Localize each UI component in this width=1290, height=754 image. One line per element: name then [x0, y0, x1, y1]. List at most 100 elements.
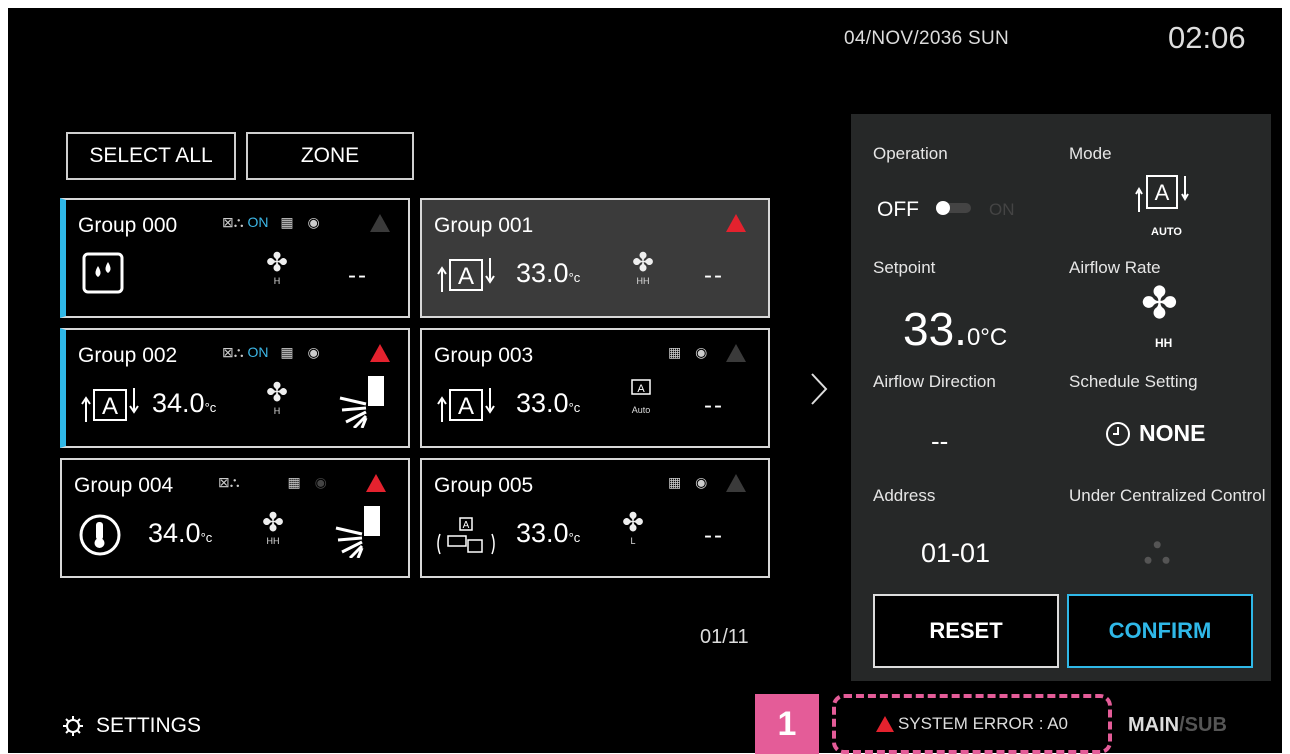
eye-icon: ◉: [695, 344, 708, 360]
auto-heat-cool-mode-icon: A: [437, 517, 495, 555]
warning-icon: [366, 474, 386, 492]
screen: 04/NOV/2036 SUN 02:06 SELECT ALL ZONE Gr…: [8, 8, 1282, 754]
main-label: MAIN: [1128, 714, 1180, 736]
on-indicator: ON: [247, 344, 269, 360]
mode-value: AUTO: [1151, 226, 1182, 238]
svg-text:A: A: [102, 393, 118, 420]
detail-panel: Operation Mode OFF ON A AUTO Setpoint Ai…: [851, 114, 1271, 681]
warning-icon: [875, 716, 894, 732]
eye-icon: ◉: [307, 214, 320, 230]
person-icon: ⛬: [233, 214, 244, 230]
warning-icon: [370, 214, 390, 232]
room-temperature: 33.0°c: [516, 388, 581, 418]
remote-icon: ⊠: [218, 474, 230, 490]
room-temperature: 34.0°c: [148, 518, 213, 548]
group-name: Group 001: [434, 214, 534, 237]
time-display: 02:06: [1168, 20, 1246, 55]
off-label: OFF: [877, 198, 919, 221]
group-card-001[interactable]: Group 001 A 33.0°c ✤ HH --: [420, 198, 770, 318]
zone-button[interactable]: ZONE: [246, 132, 414, 180]
group-name: Group 004: [74, 474, 174, 497]
person-icon: ⛬: [233, 344, 244, 360]
fan-speed: ✤ HH: [250, 508, 296, 546]
auto-mode-icon: A: [437, 258, 495, 292]
date-display: 04/NOV/2036 SUN: [844, 28, 1010, 49]
thermometer-mode-icon: [79, 514, 121, 556]
status-icons: ⊠⛬ ▦ ◉: [218, 474, 327, 491]
grid-icon: ▦: [287, 474, 301, 490]
group-name: Group 000: [78, 214, 178, 237]
fan-level: HH: [636, 276, 650, 286]
warning-icon: [726, 344, 746, 362]
select-all-button[interactable]: SELECT ALL: [66, 132, 236, 180]
reset-button[interactable]: RESET: [873, 594, 1059, 668]
gear-icon: [63, 716, 83, 736]
status-icons: ⊠⛬ ON ▦ ◉: [222, 214, 320, 231]
eye-icon: ◉: [695, 474, 708, 490]
sub-label: SUB: [1184, 714, 1227, 736]
airflow-direction: --: [704, 522, 724, 549]
svg-text:A: A: [458, 393, 474, 420]
louver-swing-icon: [339, 376, 384, 428]
group-card-003[interactable]: Group 003 ▦ ◉ A 33.0°c A Auto --: [420, 328, 770, 448]
settings-button[interactable]: SETTINGS: [62, 714, 201, 738]
address-value: 01-01: [921, 538, 991, 568]
centralized-control-label: Under Centralized Control: [1069, 486, 1266, 505]
room-temperature: 33.0°c: [516, 518, 581, 548]
fan-icon: ✤: [266, 247, 288, 277]
setpoint-label: Setpoint: [873, 258, 936, 277]
auto-mode-icon: A: [81, 388, 139, 422]
fan-level: Auto: [631, 405, 651, 415]
settings-label: SETTINGS: [96, 714, 202, 737]
system-error-text: SYSTEM ERROR : A0: [897, 714, 1069, 733]
airflow-direction: --: [348, 262, 368, 289]
group-card-004[interactable]: Group 004 ⊠⛬ ▦ ◉ 34.0°c ✤ HH: [60, 458, 410, 578]
airflow-direction: --: [704, 392, 724, 419]
setpoint-value[interactable]: 33.0°C: [903, 302, 1007, 356]
warning-icon: [726, 214, 746, 232]
group-card-005[interactable]: Group 005 ▦ ◉ A 33.0°c ✤ L --: [420, 458, 770, 578]
airflow-rate-label: Airflow Rate: [1069, 258, 1161, 277]
fan-speed: ✤ H: [254, 248, 300, 286]
grid-icon: ▦: [668, 474, 682, 490]
eye-icon: ◉: [314, 474, 327, 490]
group-name: Group 002: [78, 344, 178, 367]
on-label: ON: [989, 200, 1015, 219]
fan-level: H: [273, 276, 281, 286]
airflow-direction: --: [704, 262, 724, 289]
status-icons: ⊠⛬ ON ▦ ◉: [222, 344, 320, 361]
fan-icon: ✤: [266, 377, 288, 407]
fan-level: HH: [266, 536, 280, 546]
airflow-rate-value: HH: [1155, 336, 1173, 350]
group-card-002[interactable]: Group 002 ⊠⛬ ON ▦ ◉ A 34.0°c ✤ H: [60, 328, 410, 448]
louver-swing-icon: [335, 506, 380, 558]
next-page-arrow-icon[interactable]: [808, 372, 830, 406]
schedule-setting-label: Schedule Setting: [1069, 372, 1198, 391]
remote-icon: ⊠: [222, 214, 234, 230]
svg-text:A: A: [458, 263, 474, 290]
grid-icon: ▦: [668, 344, 682, 360]
system-error-indicator[interactable]: SYSTEM ERROR : A0: [832, 694, 1112, 754]
group-name: Group 003: [434, 344, 534, 367]
clock-icon: [1106, 421, 1130, 446]
confirm-button[interactable]: CONFIRM: [1067, 594, 1253, 668]
group-card-000[interactable]: Group 000 ⊠⛬ ON ▦ ◉ ✤ H --: [60, 198, 410, 318]
power-toggle[interactable]: [935, 200, 975, 216]
warning-icon: [726, 474, 746, 492]
status-icons: ▦ ◉: [668, 344, 707, 361]
airflow-direction-label: Airflow Direction: [873, 372, 996, 391]
auto-mode-icon[interactable]: A: [1135, 172, 1189, 220]
mode-label: Mode: [1069, 144, 1112, 163]
dry-mode-icon: [82, 252, 124, 294]
fan-level: H: [273, 406, 281, 416]
fan-icon[interactable]: ✤: [1141, 282, 1178, 326]
eye-icon: ◉: [307, 344, 320, 360]
room-temperature: 34.0°c: [152, 388, 217, 418]
warning-icon: [370, 344, 390, 362]
schedule-setting-value[interactable]: NONE: [1105, 420, 1205, 447]
airflow-direction-value[interactable]: --: [931, 426, 948, 457]
group-name: Group 005: [434, 474, 534, 497]
person-icon: ⛬: [229, 474, 240, 490]
svg-text:A: A: [1155, 180, 1170, 205]
operation-label: Operation: [873, 144, 948, 163]
